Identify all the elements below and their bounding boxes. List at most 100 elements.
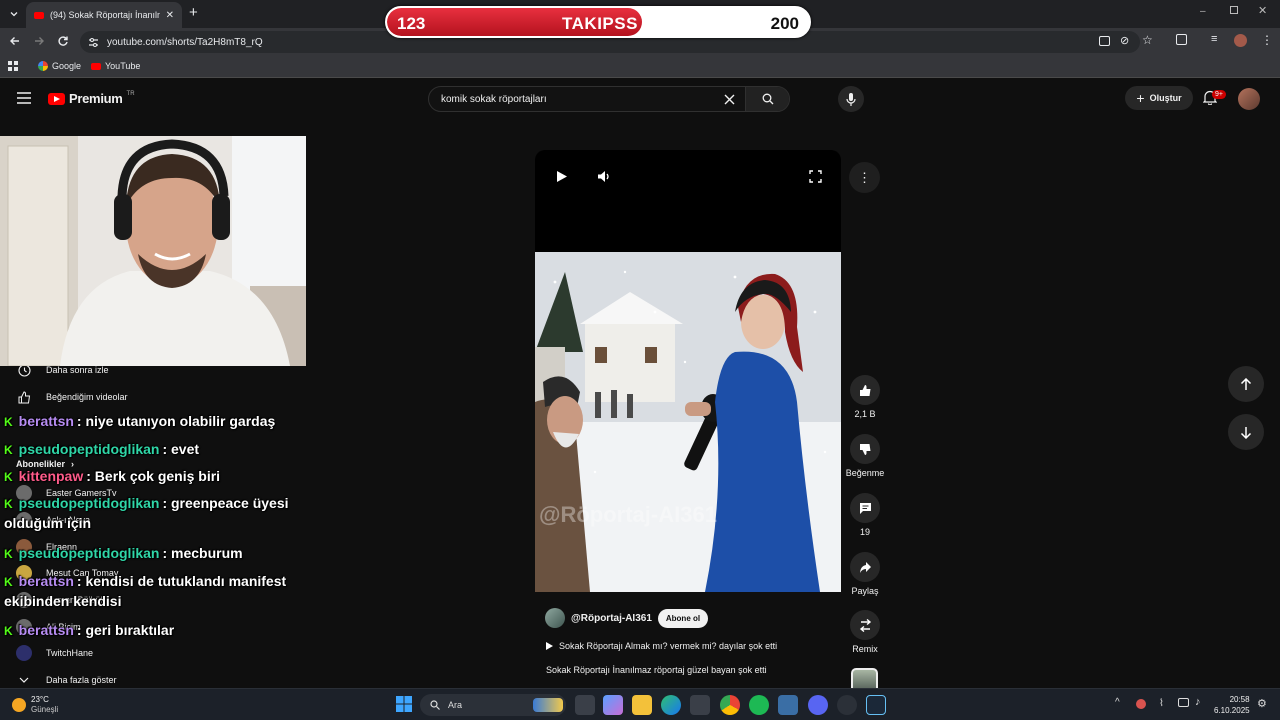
create-button[interactable]: + Oluştur (1125, 86, 1193, 110)
search-input[interactable]: komik sokak röportajları (441, 94, 713, 105)
chat-message: Kpseudopeptidoglikan: mecburum (4, 544, 304, 564)
tab-active[interactable]: (94) Sokak Röportajı İnanılmaz ✕ (26, 2, 182, 28)
search-highlight-icon (533, 698, 563, 712)
hamburger-menu-icon[interactable] (17, 92, 31, 104)
dislike-action[interactable]: Beğenme (845, 434, 885, 478)
store-icon[interactable] (690, 695, 710, 715)
share-action[interactable]: Paylaş (845, 552, 885, 596)
chat-text: : niye utanıyon olabilir gardaş (76, 413, 276, 429)
bookmark-google[interactable]: Google (38, 61, 81, 71)
bookmark-youtube[interactable]: YouTube (91, 61, 140, 71)
file-explorer-icon[interactable] (632, 695, 652, 715)
channel-name[interactable]: @Röportaj-AI361 (571, 613, 652, 624)
forward-icon[interactable] (33, 35, 45, 47)
kick-badge-icon: K (4, 624, 13, 638)
reload-icon[interactable] (57, 35, 69, 47)
remix-action[interactable]: Remix (845, 610, 885, 654)
tray-chevron-up-icon[interactable]: ^ (1115, 697, 1120, 708)
comments-button[interactable] (850, 493, 880, 523)
settings-gear-icon[interactable]: ⚙ (1257, 697, 1267, 710)
windows-taskbar: 23°C Güneşli Ara ^ ⌇ ♪ 20:58 6.10.2025 ⚙ (0, 688, 1280, 720)
chat-username: kittenpaw (18, 468, 84, 484)
voice-search-button[interactable] (838, 86, 864, 112)
play-icon[interactable] (556, 170, 568, 183)
edge-icon[interactable] (661, 695, 681, 715)
microphone-icon (846, 92, 856, 106)
like-action[interactable]: 2,1 B (845, 375, 885, 419)
shorts-player[interactable]: @Röportaj-AI361 (535, 150, 841, 592)
playlist-link[interactable]: Sokak Röportajı Almak mı? vermek mi? day… (546, 641, 777, 651)
remix-button[interactable] (850, 610, 880, 640)
reading-list-icon[interactable]: ≡ (1211, 33, 1217, 45)
steam-icon[interactable] (866, 695, 886, 715)
chat-username: pseudopeptidoglikan (18, 545, 160, 561)
sidebar-item-liked-videos[interactable]: Beğendiğim videolar (16, 389, 296, 405)
eye-off-icon[interactable]: ⊘ (1120, 34, 1129, 47)
youtube-premium-logo[interactable]: Premium TR (48, 91, 135, 106)
close-window-icon[interactable]: ✕ (1258, 4, 1267, 17)
chat-message: Kkittenpaw: Berk çok geniş biri (4, 467, 304, 487)
taskbar-search[interactable]: Ara (420, 694, 566, 716)
new-tab-icon[interactable]: + (189, 4, 198, 21)
channel-avatar[interactable] (545, 608, 565, 628)
app-icon[interactable] (837, 695, 857, 715)
volume-icon[interactable] (597, 170, 611, 183)
next-short-button[interactable] (1228, 414, 1264, 450)
notification-count-badge: 9+ (1212, 90, 1226, 99)
chat-text: : Berk çok geniş biri (86, 468, 221, 484)
game-app-icon[interactable] (778, 695, 798, 715)
comments-action[interactable]: 19 (845, 493, 885, 537)
menu-kebab-icon[interactable]: ⋮ (1261, 33, 1273, 47)
show-more-button[interactable]: Daha fazla göster (16, 672, 296, 688)
task-view-icon[interactable] (575, 695, 595, 715)
discord-icon[interactable] (808, 695, 828, 715)
network-icon[interactable] (1178, 698, 1189, 707)
play-small-icon (546, 642, 553, 650)
account-avatar[interactable] (1238, 88, 1260, 110)
spotify-icon[interactable] (749, 695, 769, 715)
chrome-icon[interactable] (720, 695, 740, 715)
windows-start-icon[interactable] (396, 696, 412, 712)
youtube-favicon-icon (34, 11, 44, 19)
share-icon (859, 561, 871, 573)
tray-app-icon[interactable] (1136, 699, 1146, 709)
volume-tray-icon[interactable]: ♪ (1195, 696, 1201, 708)
kick-badge-icon: K (4, 547, 13, 561)
weather-widget[interactable]: 23°C Güneşli (12, 695, 58, 715)
more-options-button[interactable]: ⋮ (849, 162, 880, 193)
copilot-icon[interactable] (603, 695, 623, 715)
close-tab-icon[interactable]: ✕ (166, 10, 174, 21)
minimize-icon[interactable]: – (1200, 6, 1206, 17)
kick-badge-icon: K (4, 575, 13, 589)
chat-message: Kpseudopeptidoglikan: greenpeace üyesi o… (4, 494, 304, 533)
chevron-down-icon (16, 672, 32, 688)
site-info-icon[interactable] (88, 37, 99, 48)
clock[interactable]: 20:58 6.10.2025 (1214, 694, 1250, 716)
extensions-icon[interactable] (1176, 34, 1187, 45)
previous-short-button[interactable] (1228, 366, 1264, 402)
search-box[interactable]: komik sokak röportajları (428, 86, 790, 112)
clear-search-icon[interactable] (713, 94, 745, 105)
kick-badge-icon: K (4, 470, 13, 484)
apps-grid-icon[interactable] (8, 61, 18, 71)
like-button[interactable] (850, 375, 880, 405)
subscribe-button[interactable]: Abone ol (657, 608, 709, 628)
search-button[interactable] (745, 87, 789, 111)
install-app-icon[interactable] (1099, 36, 1110, 46)
share-button[interactable] (850, 552, 880, 582)
chat-username: berattsn (18, 622, 74, 638)
bookmark-star-icon[interactable]: ☆ (1142, 33, 1153, 47)
fullscreen-icon[interactable] (809, 170, 822, 183)
arrow-up-icon (1240, 377, 1252, 390)
tray-mic-icon[interactable]: ⌇ (1159, 698, 1164, 709)
chat-text: : mecburum (162, 545, 243, 561)
maximize-icon[interactable] (1230, 6, 1238, 14)
profile-avatar[interactable] (1234, 34, 1247, 47)
like-count: 2,1 B (854, 409, 876, 419)
dislike-button[interactable] (850, 434, 880, 464)
sound-thumbnail[interactable] (851, 668, 878, 688)
sidebar-channel[interactable]: TwitchHane (16, 645, 296, 661)
back-icon[interactable] (9, 35, 21, 47)
tab-search-chevron-icon[interactable] (6, 6, 22, 22)
chat-message: Kberattsn: niye utanıyon olabilir gardaş (4, 412, 304, 432)
